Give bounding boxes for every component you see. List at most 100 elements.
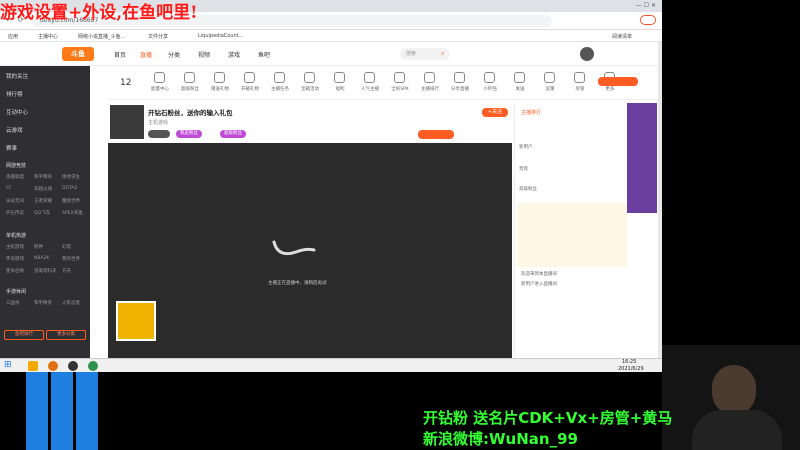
sidebar-sub-item[interactable]: CF bbox=[6, 186, 12, 191]
promo-thumbnail[interactable] bbox=[116, 301, 156, 341]
streamer-avatar[interactable] bbox=[110, 105, 144, 139]
room-category[interactable]: 主机游戏 bbox=[148, 119, 168, 126]
event-banner[interactable] bbox=[627, 103, 657, 213]
nav-fishbar[interactable]: 鱼吧 bbox=[258, 50, 270, 59]
toolbar-item[interactable]: 主播排行 bbox=[415, 86, 445, 92]
taskbar-app[interactable] bbox=[48, 361, 58, 371]
user-avatar[interactable] bbox=[580, 47, 594, 61]
tray-time[interactable]: 16:25 bbox=[622, 359, 636, 365]
admin-icon[interactable] bbox=[574, 72, 585, 83]
site-logo[interactable]: 斗鱼 bbox=[62, 47, 94, 61]
sidebar-sub-item[interactable]: 火影忍者 bbox=[62, 300, 80, 306]
toolbar-item[interactable]: 分享直播 bbox=[445, 86, 475, 92]
tray-date[interactable]: 2021/6/29 bbox=[618, 366, 644, 372]
taskbar-app[interactable] bbox=[88, 361, 98, 371]
bookmark-1[interactable]: 主播中心 bbox=[38, 33, 58, 40]
nav-live[interactable]: 直播 bbox=[140, 50, 152, 59]
toolbar-item[interactable]: 宝箱活动 bbox=[295, 86, 325, 92]
sidebar-rank-button[interactable]: 鱼吧排行 bbox=[4, 330, 44, 340]
sidebar-sub-item[interactable]: 和平精英 bbox=[34, 174, 52, 180]
toolbar-item[interactable]: 竞猜 bbox=[535, 86, 565, 92]
client-badge[interactable] bbox=[598, 77, 638, 86]
sidebar-item-rank[interactable]: 排行榜 bbox=[6, 90, 23, 98]
box-icon[interactable] bbox=[244, 72, 255, 83]
scrollbar[interactable] bbox=[658, 42, 662, 358]
sidebar-sub-item[interactable]: 原神 bbox=[34, 244, 43, 250]
bookmark-2[interactable]: 网络小说直播_斗鱼... bbox=[78, 33, 125, 40]
bookmark-3[interactable]: 文件分享 bbox=[148, 33, 168, 40]
profile-badge[interactable] bbox=[640, 15, 656, 25]
taskbar-app[interactable] bbox=[68, 361, 78, 371]
toolbar-item[interactable]: 福利 bbox=[325, 86, 355, 92]
toolbar-item[interactable]: 小铃铛 bbox=[475, 86, 505, 92]
share-icon[interactable] bbox=[454, 72, 465, 83]
sidebar-more-button[interactable]: 更多分类 bbox=[46, 330, 86, 340]
sidebar-sub-item[interactable]: 怀旧游戏 bbox=[6, 256, 24, 262]
chest-icon[interactable] bbox=[304, 72, 315, 83]
sidebar-sub-item[interactable]: 魔兽世界 bbox=[62, 198, 80, 204]
sidebar-sub-item[interactable]: NBA2K bbox=[34, 256, 49, 261]
bookmark-reading-list[interactable]: 阅读清单 bbox=[612, 33, 632, 40]
sidebar-sub-item[interactable]: 炉石传说 bbox=[6, 210, 24, 216]
report-button[interactable] bbox=[418, 130, 454, 139]
toolbar-item[interactable]: 能量中心 bbox=[145, 86, 175, 92]
rank-row[interactable]: 贵宾 bbox=[519, 165, 619, 175]
sidebar-sub-item[interactable]: 幻塔 bbox=[62, 244, 71, 250]
sidebar-sub-item[interactable]: 王者荣耀 bbox=[34, 198, 52, 204]
sidebar-sub-item[interactable]: 主机游戏 bbox=[6, 244, 24, 250]
nav-category[interactable]: 分类 bbox=[168, 50, 180, 59]
taskbar-app[interactable] bbox=[28, 361, 38, 371]
energy-icon[interactable] bbox=[154, 72, 165, 83]
nav-game[interactable]: 游戏 bbox=[228, 50, 240, 59]
search-icon[interactable]: ⌕ bbox=[441, 50, 444, 58]
rank-row[interactable]: 高级粉丝 bbox=[519, 185, 619, 195]
sidebar-sub-item[interactable]: 使命召唤 bbox=[6, 268, 24, 274]
pk-icon[interactable] bbox=[394, 72, 405, 83]
sidebar-sub-item[interactable]: QQ飞车 bbox=[34, 210, 50, 216]
sidebar-sub-item[interactable]: APEX英雄 bbox=[62, 210, 83, 216]
start-icon[interactable]: ⊞ bbox=[4, 360, 12, 370]
welfare-icon[interactable] bbox=[334, 72, 345, 83]
toolbar-item[interactable]: 超级粉丝 bbox=[175, 86, 205, 92]
sidebar-sub-item[interactable]: 绝地求生 bbox=[62, 174, 80, 180]
toolbar-item[interactable]: 房管 bbox=[565, 86, 595, 92]
sidebar-sub-item[interactable]: 我的世界 bbox=[62, 256, 80, 262]
toolbar-item[interactable]: 全民SPK bbox=[385, 86, 415, 92]
follow-button[interactable]: +关注 bbox=[482, 108, 508, 117]
toolbar-item[interactable]: 人气主播 bbox=[355, 86, 385, 92]
tag-1[interactable]: 我是粉丝 bbox=[176, 130, 202, 138]
sidebar-sub-item[interactable]: 三国杀 bbox=[6, 300, 20, 306]
superfan-icon[interactable] bbox=[184, 72, 195, 83]
rank-tab[interactable]: 主播排行 bbox=[521, 109, 541, 116]
toolbar-item[interactable]: 赠送礼物 bbox=[205, 86, 235, 92]
sidebar-item-cloudgame[interactable]: 云游戏 bbox=[6, 126, 23, 134]
sidebar-item-esports[interactable]: 赛事 bbox=[6, 144, 17, 152]
toolbar-item[interactable]: 发送 bbox=[505, 86, 535, 92]
toolbar-item[interactable]: 更多 bbox=[595, 86, 625, 92]
sidebar-sub-item[interactable]: 穿越火线 bbox=[34, 186, 52, 192]
task-icon[interactable] bbox=[274, 72, 285, 83]
hot-icon[interactable] bbox=[364, 72, 375, 83]
toolbar-item[interactable]: 主播任务 bbox=[265, 86, 295, 92]
gift-icon[interactable] bbox=[214, 72, 225, 83]
nav-video[interactable]: 视频 bbox=[198, 50, 210, 59]
window-controls[interactable]: — ☐ ✕ bbox=[636, 2, 656, 9]
video-player[interactable]: 主播正在直播中，请稍后再试 bbox=[108, 143, 512, 358]
bookmark-4[interactable]: LiquipediaCount... bbox=[198, 33, 243, 39]
sidebar-sub-item[interactable]: 逃离塔科夫 bbox=[34, 268, 57, 274]
send-icon[interactable] bbox=[514, 72, 525, 83]
fan-tag[interactable] bbox=[148, 130, 170, 138]
tag-2[interactable]: 超级粉丝 bbox=[220, 130, 246, 138]
bell-icon[interactable] bbox=[484, 72, 495, 83]
toolbar-item[interactable]: 开箱礼物 bbox=[235, 86, 265, 92]
sidebar-sub-item[interactable]: 永劫无间 bbox=[6, 198, 24, 204]
sidebar-sub-item[interactable]: 和平精英 bbox=[34, 300, 52, 306]
sidebar-sub-item[interactable]: 方舟 bbox=[62, 268, 71, 274]
sidebar-sub-item[interactable]: 英雄联盟 bbox=[6, 174, 24, 180]
sidebar-item-interact[interactable]: 互动中心 bbox=[6, 108, 28, 116]
guess-icon[interactable] bbox=[544, 72, 555, 83]
rank-icon[interactable] bbox=[424, 72, 435, 83]
rank-row[interactable]: 新用户 bbox=[519, 143, 619, 153]
nav-home[interactable]: 首页 bbox=[114, 50, 126, 59]
sidebar-item-follow[interactable]: 我的关注 bbox=[6, 72, 28, 80]
